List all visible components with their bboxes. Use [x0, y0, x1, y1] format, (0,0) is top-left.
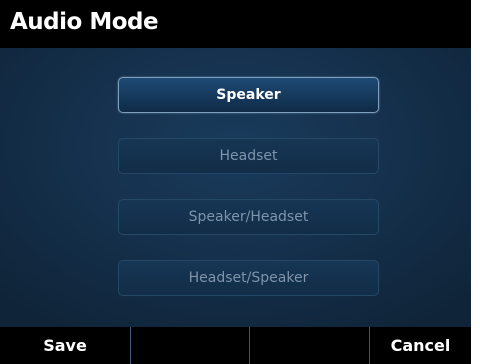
softkey-3[interactable] [250, 327, 369, 364]
screen-edge [471, 0, 480, 364]
softkey-bar: Save Cancel [0, 327, 471, 364]
softkey-cancel[interactable]: Cancel [370, 327, 471, 364]
softkey-save[interactable]: Save [0, 327, 130, 364]
option-label: Speaker [216, 87, 281, 103]
softkey-save-label: Save [43, 336, 87, 355]
option-label: Headset/Speaker [188, 270, 309, 286]
option-speaker-headset[interactable]: Speaker/Headset [118, 199, 379, 235]
softkey-cancel-label: Cancel [390, 336, 451, 355]
option-headset-speaker[interactable]: Headset/Speaker [118, 260, 379, 296]
option-label: Headset [219, 148, 278, 164]
option-speaker[interactable]: Speaker [118, 77, 379, 113]
softkey-2[interactable] [131, 327, 249, 364]
title-bar: Audio Mode [0, 0, 471, 48]
page-title: Audio Mode [10, 9, 159, 35]
phone-screen: Audio Mode Speaker Headset Speaker/Heads… [0, 0, 471, 364]
option-label: Speaker/Headset [188, 209, 309, 225]
option-headset[interactable]: Headset [118, 138, 379, 174]
